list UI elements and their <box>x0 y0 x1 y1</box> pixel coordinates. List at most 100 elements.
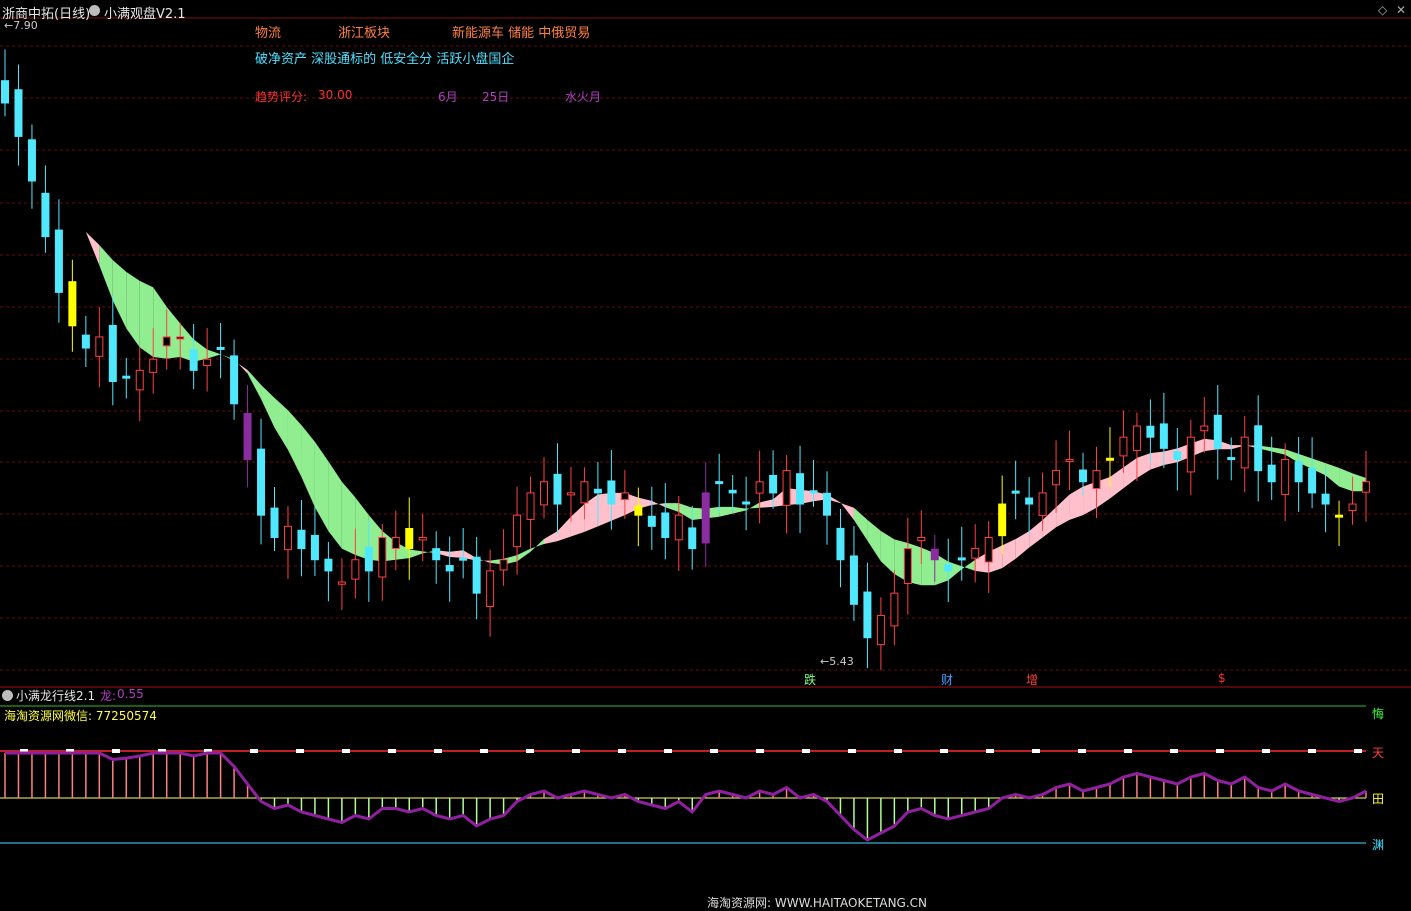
osc-line <box>5 751 1367 842</box>
sub-value-label: 龙: <box>100 689 117 703</box>
ma-band-segment <box>328 461 342 549</box>
tian-dash <box>940 749 948 753</box>
ma-band-segment <box>570 504 585 537</box>
ma-band-segment <box>314 441 329 532</box>
ma-band-segment <box>1136 453 1151 479</box>
tian-dash <box>894 749 902 753</box>
candle-body <box>796 473 805 505</box>
marker-die: 跌 <box>804 673 817 687</box>
ma-band-segment <box>759 499 774 508</box>
ma-band-segment <box>58 189 73 213</box>
ma-band-segment <box>867 519 881 562</box>
candle-body <box>1213 414 1222 449</box>
tian-dash <box>1354 749 1362 753</box>
ma-band-segment <box>1056 494 1070 528</box>
ma-band-segment <box>126 271 140 348</box>
candle-body <box>1186 436 1195 473</box>
candle-body <box>1011 490 1020 494</box>
candle-body <box>930 548 939 561</box>
ma-band-segment <box>880 530 895 575</box>
candle-body <box>230 355 239 405</box>
candle-body <box>270 507 279 538</box>
candle-body <box>122 375 131 379</box>
candle-body <box>984 536 993 563</box>
close-icon[interactable]: ✕ <box>1396 3 1406 17</box>
candle-body <box>149 358 158 373</box>
candle-body <box>95 336 104 357</box>
candle-body <box>54 229 63 293</box>
candle-body <box>41 192 50 238</box>
kline-chart[interactable] <box>0 0 1411 911</box>
month-label: 6月 <box>438 90 458 104</box>
candle-body <box>1025 497 1034 505</box>
info-concepts: 破净资产 深股通标的 低安全分 活跃小盘国企 <box>255 52 515 67</box>
tian-dash <box>1308 749 1316 753</box>
ma-band-segment <box>1339 467 1353 492</box>
candle-body <box>108 324 117 382</box>
tian-dash <box>802 749 810 753</box>
candle-body <box>809 490 818 494</box>
indicator-menu-icon[interactable] <box>89 5 100 16</box>
right-label-yuan: 渊 <box>1372 838 1385 852</box>
tian-dash <box>434 749 442 753</box>
ma-band-segment <box>287 410 302 477</box>
info-sector-2: 浙江板块 <box>338 26 391 41</box>
candle-body <box>647 515 656 527</box>
tian-dash <box>710 749 718 753</box>
marker-dollar: $ <box>1218 671 1226 685</box>
sub-indicator-menu-icon[interactable] <box>2 690 13 701</box>
candle-body <box>445 565 454 572</box>
candle-body <box>957 557 966 561</box>
tian-dash <box>1078 749 1086 753</box>
candle-body <box>1105 457 1114 461</box>
ma-band-segment <box>274 397 288 450</box>
tian-dash <box>664 749 672 753</box>
candle-body <box>620 492 629 501</box>
candle-body <box>1038 492 1047 517</box>
candle-body <box>566 492 575 496</box>
ma-band-segment <box>153 287 167 359</box>
candle-body <box>1294 461 1303 483</box>
candle-body <box>1092 470 1101 490</box>
candle-body <box>849 555 858 605</box>
candle-body <box>836 527 845 561</box>
candle-body <box>351 559 360 580</box>
candle-body <box>486 570 495 608</box>
candle-body <box>189 349 198 371</box>
score-label: 趋势评分: <box>255 90 308 104</box>
ma-band-segment <box>732 506 747 514</box>
ma-band-segment <box>301 425 315 508</box>
ma-band-segment <box>139 280 154 357</box>
info-sector-3: 新能源车 储能 中俄贸易 <box>452 26 591 41</box>
tian-dash <box>296 749 304 753</box>
tian-dash <box>388 749 396 753</box>
candle-body <box>593 488 602 494</box>
candle-body <box>14 89 23 137</box>
candle-body <box>944 564 953 572</box>
tian-dash <box>112 749 120 753</box>
candle-body <box>1335 514 1344 518</box>
info-sector-1: 物流 <box>255 26 282 41</box>
candle-body <box>243 413 252 460</box>
ma-band-segment <box>1029 519 1043 548</box>
ma-band-segment <box>207 349 221 359</box>
ma-band-segment <box>1069 486 1084 520</box>
tian-dash <box>250 749 258 753</box>
tian-dash <box>526 749 534 753</box>
candle-body <box>337 581 346 585</box>
ma-band-segment <box>1325 463 1340 487</box>
candle-body <box>1227 457 1236 461</box>
tian-dash <box>1032 749 1040 753</box>
candle-body <box>715 481 724 485</box>
candle-body <box>472 556 481 594</box>
candle-body <box>1132 425 1141 451</box>
candle-body <box>391 536 400 549</box>
candle-body <box>998 503 1007 537</box>
ma-band-segment <box>85 231 100 266</box>
ma-band-segment <box>840 502 854 520</box>
candle-body <box>1119 436 1128 457</box>
candle-body <box>176 336 185 340</box>
ma-band-segment <box>665 503 679 512</box>
candle-body <box>1348 503 1357 512</box>
diamond-icon[interactable]: ◇ <box>1378 3 1387 17</box>
